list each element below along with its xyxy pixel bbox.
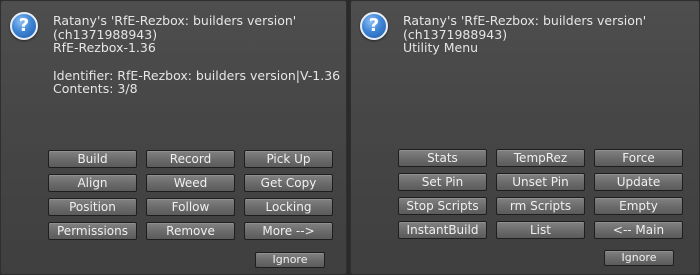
button-grid: Stats TempRez Force Set Pin Unset Pin Up… [398, 149, 683, 239]
build-button[interactable]: Build [48, 150, 137, 168]
unset-pin-button[interactable]: Unset Pin [496, 173, 585, 191]
record-button[interactable]: Record [146, 150, 235, 168]
button-grid: Build Record Pick Up Align Weed Get Copy… [48, 150, 333, 240]
main-menu-button[interactable]: <-- Main [594, 221, 683, 239]
ignore-button[interactable]: Ignore [255, 252, 325, 268]
remove-button[interactable]: Remove [146, 222, 235, 240]
position-button[interactable]: Position [48, 198, 137, 216]
locking-button[interactable]: Locking [244, 198, 333, 216]
force-button[interactable]: Force [594, 149, 683, 167]
dialog-message: Ratany's 'RfE-Rezbox: builders version' … [403, 14, 646, 55]
align-button[interactable]: Align [48, 174, 137, 192]
follow-button[interactable]: Follow [146, 198, 235, 216]
question-icon: ? [360, 12, 388, 40]
stats-button[interactable]: Stats [398, 149, 487, 167]
empty-button[interactable]: Empty [594, 197, 683, 215]
list-button[interactable]: List [496, 221, 585, 239]
weed-button[interactable]: Weed [146, 174, 235, 192]
stop-scripts-button[interactable]: Stop Scripts [398, 197, 487, 215]
pick-up-button[interactable]: Pick Up [244, 150, 333, 168]
rm-scripts-button[interactable]: rm Scripts [496, 197, 585, 215]
message-line: RfE-Rezbox-1.36 [53, 40, 156, 55]
update-button[interactable]: Update [594, 173, 683, 191]
utility-menu-dialog: ? Ratany's 'RfE-Rezbox: builders version… [350, 0, 700, 275]
instant-build-button[interactable]: InstantBuild [398, 221, 487, 239]
question-icon: ? [10, 12, 38, 40]
set-pin-button[interactable]: Set Pin [398, 173, 487, 191]
temprez-button[interactable]: TempRez [496, 149, 585, 167]
message-line: (ch1371988943) [403, 26, 508, 42]
permissions-button[interactable]: Permissions [48, 222, 137, 240]
message-line: Identifier: RfE-Rezbox: builders version… [53, 67, 341, 83]
more-button[interactable]: More --> [244, 222, 333, 240]
message-line: Utility Menu [403, 40, 479, 55]
screen: ? Ratany's 'RfE-Rezbox: builders version… [0, 0, 700, 275]
main-menu-dialog: ? Ratany's 'RfE-Rezbox: builders version… [0, 0, 347, 275]
ignore-button[interactable]: Ignore [604, 250, 674, 266]
message-line: Ratany's 'RfE-Rezbox: builders version' [53, 13, 297, 28]
message-line: Ratany's 'RfE-Rezbox: builders version' [403, 13, 647, 28]
message-line: (ch1371988943) [53, 26, 158, 42]
message-line: Contents: 3/8 [53, 81, 138, 96]
dialog-message: Ratany's 'RfE-Rezbox: builders version' … [53, 14, 340, 96]
get-copy-button[interactable]: Get Copy [244, 174, 333, 192]
